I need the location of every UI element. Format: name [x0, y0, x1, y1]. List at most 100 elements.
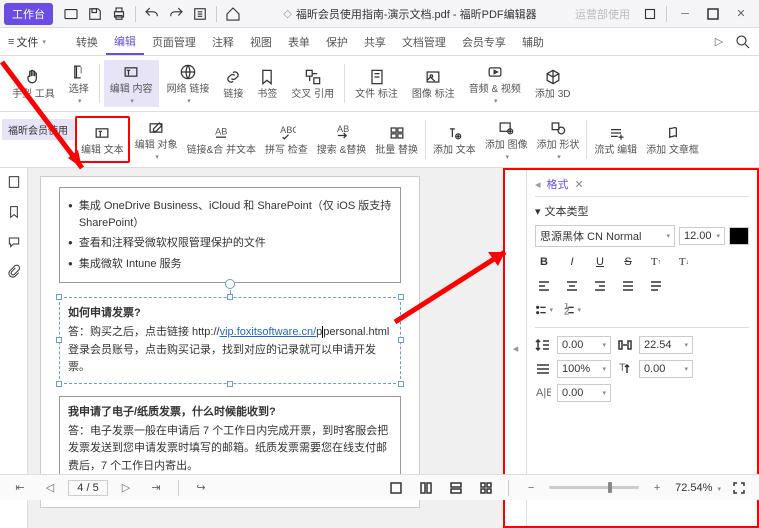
last-page-button[interactable]: ⇥ — [147, 479, 165, 497]
menu-form[interactable]: 表单 — [280, 30, 318, 54]
view-mode-1-icon[interactable] — [387, 479, 405, 497]
menu-comment[interactable]: 注释 — [204, 30, 242, 54]
zoom-in-button[interactable]: + — [648, 479, 666, 497]
char-spacing-input[interactable]: 22.54▾ — [639, 336, 693, 354]
file-menu[interactable]: ≡ 文件 ▾ — [4, 32, 50, 52]
subscript-button[interactable]: T↓ — [675, 253, 693, 271]
menu-member[interactable]: 会员专享 — [454, 30, 514, 54]
align-distribute-button[interactable] — [647, 277, 665, 295]
workbench-button[interactable]: 工作台 — [4, 3, 53, 25]
scale-input[interactable]: 100%▾ — [557, 360, 611, 378]
menu-protect[interactable]: 保护 — [318, 30, 356, 54]
menu-edit[interactable]: 编辑 — [106, 29, 144, 55]
comments-icon[interactable] — [6, 234, 22, 250]
line-spacing-input[interactable]: 0.00▾ — [557, 336, 611, 354]
open-icon[interactable] — [62, 5, 80, 23]
search-icon[interactable] — [734, 33, 752, 51]
edit-content-tool[interactable]: 编辑 内容▾ — [104, 60, 159, 107]
flow-edit-button[interactable]: 流式 编辑 — [590, 116, 641, 163]
prev-page-button[interactable]: ◁ — [41, 479, 59, 497]
italic-button[interactable]: I — [563, 253, 581, 271]
save-icon[interactable] — [86, 5, 104, 23]
customize-icon[interactable] — [191, 5, 209, 23]
menu-assist[interactable]: 辅助 — [514, 30, 552, 54]
resize-handle[interactable] — [398, 337, 404, 343]
font-family-select[interactable]: 思源黑体 CN Normal▾ — [535, 225, 675, 247]
batch-replace-button[interactable]: 批量 替换 — [371, 116, 422, 163]
menu-more-icon[interactable]: ▷ — [710, 33, 728, 51]
menu-convert[interactable]: 转换 — [68, 30, 106, 54]
select-tool[interactable]: I选择▾ — [63, 60, 95, 107]
bullet-list-button[interactable]: ▾ — [535, 301, 553, 319]
question-body[interactable]: 答：购买之后，点击链接 http://vip.foxitsoftware.cn/… — [68, 324, 392, 377]
rotate-handle[interactable] — [225, 279, 235, 289]
close-tab-icon[interactable]: ✕ — [575, 178, 584, 191]
resize-handle[interactable] — [56, 337, 62, 343]
link-url[interactable]: vip.foxitsoftware.cn/ — [220, 326, 317, 338]
add-text-button[interactable]: 添加 文本 — [429, 116, 480, 163]
add-image-button[interactable]: 添加 图像▾ — [481, 116, 532, 163]
fullscreen-icon[interactable] — [730, 479, 748, 497]
number-list-button[interactable]: 12▾ — [563, 301, 581, 319]
menu-doc-manage[interactable]: 文档管理 — [394, 30, 454, 54]
resize-handle[interactable] — [227, 381, 233, 387]
resize-handle[interactable] — [56, 294, 62, 300]
maximize-button[interactable] — [699, 2, 727, 26]
align-right-button[interactable] — [591, 277, 609, 295]
thumbnails-icon[interactable] — [6, 174, 22, 190]
undo-icon[interactable] — [143, 5, 161, 23]
audio-video-tool[interactable]: 音频 & 视频▾ — [463, 60, 527, 107]
print-icon[interactable] — [110, 5, 128, 23]
add-shape-button[interactable]: 添加 形状▾ — [533, 116, 584, 163]
resize-handle[interactable] — [398, 294, 404, 300]
underline-button[interactable]: U — [591, 253, 609, 271]
page-number-input[interactable]: 4 / 5 — [68, 480, 108, 496]
bold-button[interactable]: B — [535, 253, 553, 271]
resize-handle[interactable] — [227, 294, 233, 300]
edit-object-button[interactable]: 编辑 对象▾ — [131, 116, 182, 163]
quick-access-icon[interactable] — [641, 5, 659, 23]
spell-check-button[interactable]: ABC拼写 检查 — [261, 116, 312, 163]
close-button[interactable]: ✕ — [727, 2, 755, 26]
add-3d-tool[interactable]: 添加 3D — [529, 60, 577, 107]
resize-handle[interactable] — [398, 381, 404, 387]
zoom-slider[interactable] — [549, 486, 639, 489]
menu-share[interactable]: 共享 — [356, 30, 394, 54]
jump-icon[interactable]: ↪ — [192, 479, 210, 497]
minimize-button[interactable]: ─ — [671, 2, 699, 26]
image-attach-tool[interactable]: 图像 标注 — [406, 60, 461, 107]
home-icon[interactable] — [224, 5, 242, 23]
font-color-swatch[interactable] — [729, 227, 749, 245]
link-tool[interactable]: 链接 — [217, 60, 249, 107]
redo-icon[interactable] — [167, 5, 185, 23]
align-center-button[interactable] — [563, 277, 581, 295]
text-type-header[interactable]: ▾文本类型 — [535, 203, 749, 219]
align-left-button[interactable] — [535, 277, 553, 295]
web-link-tool[interactable]: 网络 链接▾ — [161, 60, 216, 107]
view-mode-4-icon[interactable] — [477, 479, 495, 497]
cross-ref-tool[interactable]: 交叉 引用 — [285, 60, 340, 107]
add-stamp-button[interactable]: 添加 文章框 — [642, 116, 703, 163]
zoom-out-button[interactable]: − — [522, 479, 540, 497]
align-justify-button[interactable] — [619, 277, 637, 295]
editing-text-block[interactable]: 如何申请发票? 答：购买之后，点击链接 http://vip.foxitsoft… — [59, 297, 401, 384]
bookmark-tool[interactable]: 书签 — [251, 60, 283, 107]
view-mode-2-icon[interactable] — [417, 479, 435, 497]
first-page-button[interactable]: ⇤ — [11, 479, 29, 497]
format-tab[interactable]: 格式 — [547, 176, 569, 192]
menu-page-manage[interactable]: 页面管理 — [144, 30, 204, 54]
view-mode-3-icon[interactable] — [447, 479, 465, 497]
zoom-value[interactable]: 72.54% ▾ — [675, 482, 721, 494]
superscript-button[interactable]: T↑ — [647, 253, 665, 271]
attachments-icon[interactable] — [6, 264, 22, 280]
resize-handle[interactable] — [56, 381, 62, 387]
panel-collapse-strip[interactable]: ◂ — [505, 170, 527, 526]
link-merge-button[interactable]: AB链接&合 并文本 — [183, 116, 260, 163]
edit-text-button[interactable]: 编辑 文本 — [75, 116, 130, 163]
baseline-input[interactable]: 0.00▾ — [639, 360, 693, 378]
font-size-select[interactable]: 12.00▾ — [679, 227, 725, 245]
zoom-thumb[interactable] — [608, 482, 612, 493]
kerning-input[interactable]: 0.00▾ — [557, 384, 611, 402]
bookmarks-icon[interactable] — [6, 204, 22, 220]
strikethrough-button[interactable]: S — [619, 253, 637, 271]
